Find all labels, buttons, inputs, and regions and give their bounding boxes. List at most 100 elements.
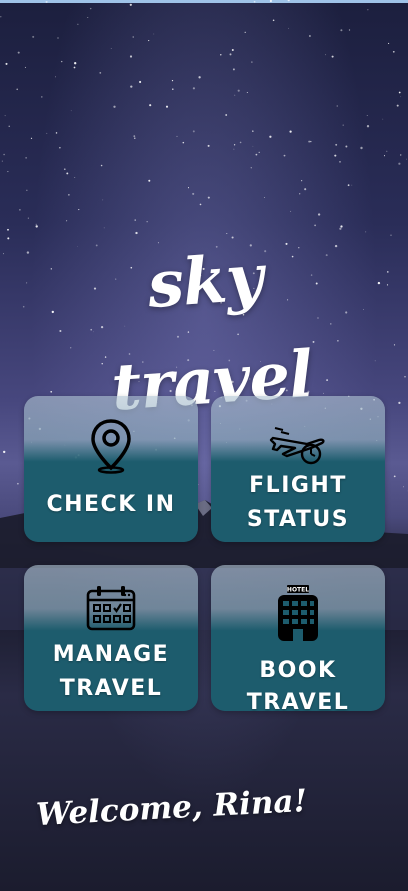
star: [269, 0, 272, 3]
star: [148, 179, 151, 182]
star: [317, 213, 321, 216]
star: [390, 234, 392, 236]
star: [340, 29, 343, 32]
star: [22, 305, 25, 308]
star: [239, 141, 242, 144]
star: [348, 29, 351, 31]
star: [225, 114, 228, 116]
star: [153, 33, 155, 35]
star: [3, 253, 5, 255]
star: [60, 60, 63, 63]
star: [399, 154, 402, 156]
star: [16, 88, 18, 91]
star: [17, 482, 19, 485]
star: [66, 220, 68, 222]
star: [326, 379, 329, 382]
star: [331, 55, 334, 58]
star: [233, 148, 235, 150]
star: [30, 137, 33, 139]
star: [66, 172, 69, 175]
star: [283, 154, 286, 157]
star: [383, 155, 386, 157]
star: [171, 79, 174, 82]
star: [366, 125, 370, 128]
star: [74, 177, 76, 178]
star: [269, 135, 272, 138]
star: [55, 132, 58, 134]
star: [345, 145, 348, 148]
star: [130, 85, 133, 88]
star: [207, 144, 210, 147]
star: [251, 61, 253, 63]
star: [388, 42, 390, 44]
star: [398, 91, 401, 94]
star: [7, 237, 10, 240]
star: [252, 130, 254, 132]
star: [308, 35, 311, 37]
star: [99, 72, 102, 74]
book-travel-tile[interactable]: HOTEL BOOK TRAVEL: [211, 565, 385, 711]
star: [198, 76, 201, 79]
star: [337, 339, 339, 342]
location-pin-icon: [24, 418, 198, 474]
flight-status-label-line1: FLIGHT: [249, 473, 347, 498]
airplane-clock-icon: [211, 424, 385, 466]
home-screen: sky travel CHECK IN FLIGHT STATUS MANAGE…: [0, 0, 408, 891]
star: [312, 340, 315, 343]
check-in-tile[interactable]: CHECK IN: [24, 396, 198, 542]
star: [287, 0, 290, 2]
star: [351, 184, 353, 186]
star: [3, 153, 5, 156]
star: [165, 105, 169, 108]
star: [103, 227, 105, 229]
star: [87, 16, 89, 18]
star: [46, 132, 48, 134]
star: [7, 228, 9, 231]
star: [234, 94, 236, 96]
star: [336, 105, 338, 107]
flight-status-tile[interactable]: FLIGHT STATUS: [211, 396, 385, 542]
manage-travel-tile[interactable]: MANAGE TRAVEL: [24, 565, 198, 711]
star: [192, 87, 195, 90]
manage-travel-label-line1: MANAGE: [52, 642, 170, 667]
star: [323, 392, 324, 394]
star: [192, 192, 195, 195]
star: [100, 164, 103, 167]
star: [231, 48, 234, 52]
star: [57, 37, 59, 39]
star: [290, 210, 292, 212]
star: [25, 157, 27, 159]
star: [59, 147, 61, 149]
star: [339, 161, 341, 163]
star: [24, 66, 26, 68]
star: [26, 251, 30, 254]
star: [253, 0, 256, 3]
star: [403, 486, 405, 488]
star: [102, 199, 104, 201]
star: [258, 151, 260, 154]
star: [4, 115, 6, 117]
star: [360, 146, 363, 150]
star: [396, 104, 399, 107]
star: [398, 401, 401, 405]
star: [73, 66, 76, 69]
star: [176, 135, 178, 137]
star: [110, 48, 112, 50]
star: [299, 193, 301, 195]
star: [272, 19, 275, 22]
star: [366, 115, 368, 116]
star: [374, 360, 376, 362]
star: [68, 194, 70, 196]
star: [387, 271, 389, 273]
star: [55, 76, 56, 78]
star: [187, 187, 190, 189]
star: [377, 281, 381, 285]
star: [74, 62, 77, 65]
star: [250, 167, 252, 169]
star: [199, 203, 202, 206]
star: [27, 217, 29, 219]
star: [19, 209, 21, 211]
star: [220, 54, 222, 56]
book-travel-label: BOOK TRAVEL: [246, 658, 350, 711]
star: [2, 450, 6, 454]
